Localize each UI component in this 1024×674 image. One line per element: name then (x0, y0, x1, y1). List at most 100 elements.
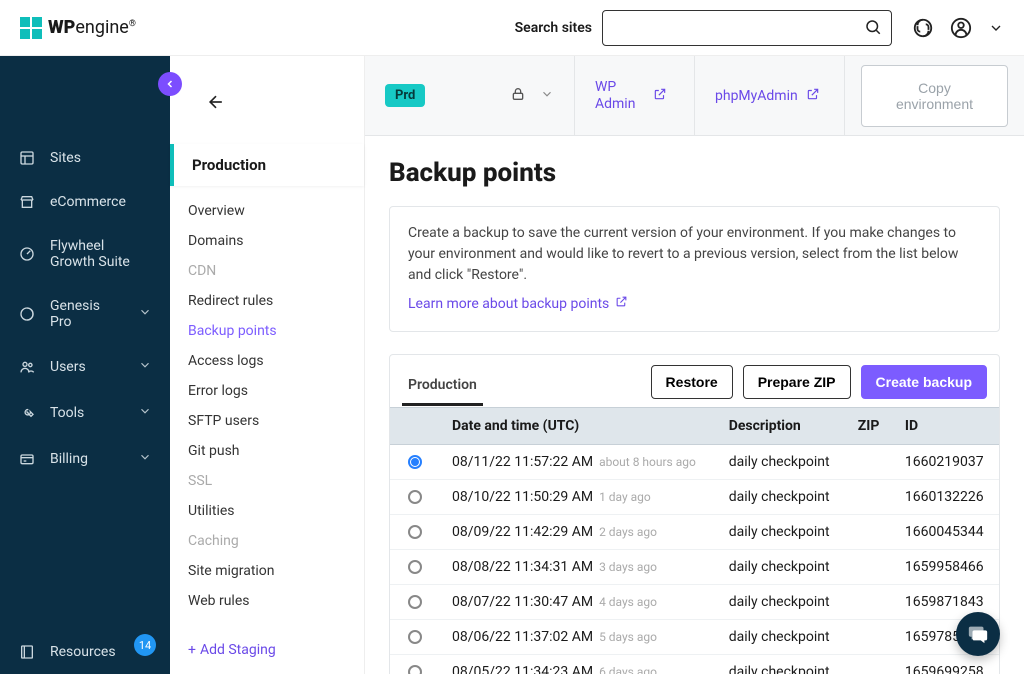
cell-description: daily checkpoint (717, 585, 846, 620)
cell-zip (846, 445, 893, 480)
col-description: Description (717, 408, 846, 445)
cell-description: daily checkpoint (717, 620, 846, 655)
sidebar-item-flywheel-growth-suite[interactable]: Flywheel Growth Suite (0, 224, 170, 284)
row-radio[interactable] (408, 490, 422, 504)
sidebar-label: eCommerce (50, 194, 152, 210)
table-row[interactable]: 08/11/22 11:57:22 AM about 8 hours ago dai… (390, 445, 999, 480)
back-icon[interactable] (206, 92, 226, 116)
search-label: Search sites (515, 20, 592, 36)
cell-zip (846, 620, 893, 655)
sidebar-label: Tools (50, 405, 124, 421)
learn-more-link[interactable]: Learn more about backup points (408, 294, 628, 315)
secnav-overview[interactable]: Overview (188, 196, 346, 226)
cell-id: 1660219037 (893, 445, 999, 480)
env-dropdown-caret[interactable] (540, 87, 554, 105)
copy-environment-button[interactable]: Copy environment (861, 65, 1008, 127)
content: Prd WP Admin phpMyAdmin (365, 56, 1024, 674)
cell-zip (846, 515, 893, 550)
sidebar-item-ecommerce[interactable]: eCommerce (0, 180, 170, 224)
sidebar-label: Flywheel Growth Suite (50, 238, 152, 270)
secnav-ssl: SSL (188, 466, 346, 496)
cell-zip (846, 550, 893, 585)
cell-relative-time: 6 days ago (599, 665, 657, 674)
search-input[interactable] (602, 10, 892, 46)
restore-button[interactable]: Restore (651, 365, 733, 399)
secnav-web-rules[interactable]: Web rules (188, 586, 346, 616)
table-row[interactable]: 08/09/22 11:42:29 AM2 days agodaily chec… (390, 515, 999, 550)
row-radio[interactable] (408, 595, 422, 609)
cell-relative-time: about 8 hours ago (599, 455, 696, 469)
account-icon[interactable] (950, 17, 972, 39)
table-row[interactable]: 08/06/22 11:37:02 AM 5 days ago daily chec… (390, 620, 999, 655)
lock-icon (510, 86, 526, 106)
backup-table: Production Restore Prepare ZIP Create ba… (389, 354, 1000, 674)
wp-admin-link[interactable]: WP Admin (595, 79, 667, 113)
search-box (602, 10, 892, 46)
support-icon[interactable] (912, 17, 934, 39)
sidebar-label: Resources (50, 644, 152, 660)
info-text: Create a backup to save the current vers… (408, 223, 981, 286)
table-tab-production[interactable]: Production (402, 367, 483, 406)
chevron-down-icon (138, 305, 152, 323)
table-row[interactable]: 08/10/22 11:50:29 AM1 day agodaily check… (390, 480, 999, 515)
secnav-sftp-users[interactable]: SFTP users (188, 406, 346, 436)
search-icon[interactable] (864, 18, 882, 40)
table-row[interactable]: 08/05/22 11:34:23 AM6 days agodaily chec… (390, 655, 999, 674)
secnav-access-logs[interactable]: Access logs (188, 346, 346, 376)
users-icon (18, 359, 36, 375)
cell-id: 1660132226 (893, 480, 999, 515)
table-row[interactable]: 08/07/22 11:30:47 AM4 days agodaily chec… (390, 585, 999, 620)
gauge-icon (18, 246, 36, 262)
global-header: WPengine® Search sites (0, 0, 1024, 56)
cell-id: 1659958466 (893, 550, 999, 585)
col-zip: ZIP (846, 408, 893, 445)
external-icon (653, 87, 667, 105)
logo-icon (20, 17, 42, 39)
secnav-domains[interactable]: Domains (188, 226, 346, 256)
phpmyadmin-link[interactable]: phpMyAdmin (715, 87, 820, 105)
cell-relative-time: 3 days ago (599, 560, 657, 574)
secnav-caching: Caching (188, 526, 346, 556)
secnav-site-migration[interactable]: Site migration (188, 556, 346, 586)
cell-relative-time: 5 days ago (599, 630, 657, 644)
sidebar-item-resources[interactable]: Resources (0, 630, 170, 674)
cell-datetime: 08/09/22 11:42:29 AM (452, 524, 593, 540)
cell-zip (846, 585, 893, 620)
table-row[interactable]: 08/08/22 11:34:31 AM3 days agodaily chec… (390, 550, 999, 585)
cell-zip (846, 480, 893, 515)
book-icon (18, 644, 36, 660)
cell-description: daily checkpoint (717, 655, 846, 674)
secnav-utilities[interactable]: Utilities (188, 496, 346, 526)
prepare-zip-button[interactable]: Prepare ZIP (743, 365, 851, 399)
row-radio[interactable] (408, 455, 422, 469)
row-radio[interactable] (408, 665, 422, 674)
secnav-git-push[interactable]: Git push (188, 436, 346, 466)
cell-datetime: 08/11/22 11:57:22 AM (452, 454, 593, 470)
sidebar-item-sites[interactable]: Sites (0, 136, 170, 180)
chat-fab[interactable] (956, 612, 1000, 656)
genesis-icon (18, 306, 36, 322)
row-radio[interactable] (408, 525, 422, 539)
info-box: Create a backup to save the current vers… (389, 206, 1000, 332)
env-tab-production[interactable]: Production (170, 144, 364, 186)
row-radio[interactable] (408, 560, 422, 574)
cell-zip (846, 655, 893, 674)
sidebar-item-genesis-pro[interactable]: Genesis Pro (0, 284, 170, 344)
account-menu-caret[interactable] (988, 20, 1004, 36)
env-pill[interactable]: Prd (385, 84, 425, 107)
cell-description: daily checkpoint (717, 445, 846, 480)
cell-datetime: 08/10/22 11:50:29 AM (452, 489, 593, 505)
row-radio[interactable] (408, 630, 422, 644)
cell-id: 1659699258 (893, 655, 999, 674)
sidebar-item-tools[interactable]: Tools (0, 390, 170, 436)
sidebar-item-billing[interactable]: Billing (0, 436, 170, 482)
sidebar-item-users[interactable]: Users (0, 344, 170, 390)
secnav-redirect-rules[interactable]: Redirect rules (188, 286, 346, 316)
create-backup-button[interactable]: Create backup (861, 365, 987, 399)
secnav-error-logs[interactable]: Error logs (188, 376, 346, 406)
brand-logo[interactable]: WPengine® (20, 17, 136, 39)
sidebar-collapse-toggle[interactable] (158, 72, 182, 96)
secnav-backup-points[interactable]: Backup points (188, 316, 346, 346)
add-staging-button[interactable]: + Add Staging (170, 634, 364, 666)
cell-datetime: 08/06/22 11:37:02 AM (452, 629, 593, 645)
